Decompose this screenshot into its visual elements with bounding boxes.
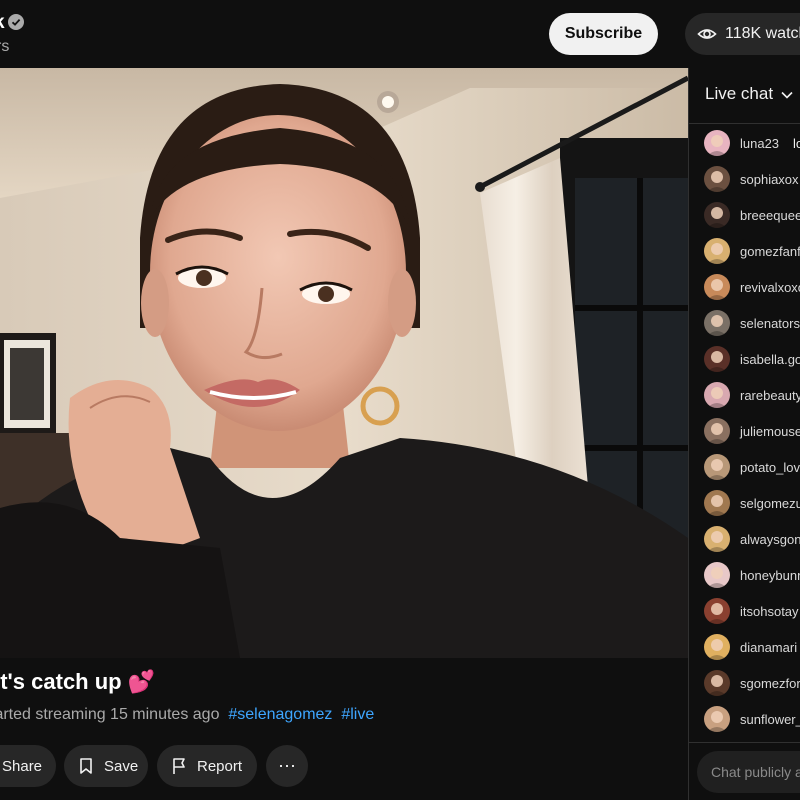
chat-username[interactable]: selgomezu — [740, 496, 800, 511]
user-avatar[interactable] — [704, 454, 730, 480]
report-button[interactable]: Report — [157, 745, 257, 787]
flag-icon — [173, 758, 185, 774]
stream-meta: tarted streaming 15 minutes ago #selenag… — [0, 706, 374, 724]
more-actions-button[interactable]: ⋯ — [266, 745, 308, 787]
chat-username[interactable]: luna23 — [740, 136, 779, 151]
chevron-down-icon[interactable] — [781, 89, 793, 101]
watching-count: 118K watch — [725, 25, 800, 42]
chat-input-bar — [689, 742, 800, 800]
live-chat-header[interactable]: Live chat — [689, 68, 800, 124]
save-label: Save — [104, 757, 139, 775]
chat-message: luna23 lo — [689, 126, 800, 162]
chat-username[interactable]: sophiaxox — [740, 172, 799, 187]
user-avatar[interactable] — [704, 706, 730, 732]
chat-message: alwaysgon — [689, 522, 800, 558]
chat-username[interactable]: breeequee — [740, 208, 800, 223]
chat-message: honeybunn — [689, 558, 800, 594]
user-avatar[interactable] — [704, 130, 730, 156]
verified-badge-icon — [8, 14, 24, 30]
chat-username[interactable]: potato_lov — [740, 460, 800, 475]
chat-username[interactable]: alwaysgon — [740, 532, 800, 547]
stream-started-text: tarted streaming 15 minutes ago — [0, 706, 220, 723]
chat-input[interactable] — [697, 751, 800, 793]
eye-icon — [697, 29, 717, 39]
user-avatar[interactable] — [704, 490, 730, 516]
hashtag-link[interactable]: #live — [341, 706, 374, 723]
chat-message: dianamari — [689, 630, 800, 666]
user-avatar[interactable] — [704, 598, 730, 624]
channel-name[interactable]: k — [0, 12, 5, 34]
chat-message: gomezfanf — [689, 234, 800, 270]
chat-message: itsohsotay — [689, 594, 800, 630]
chat-message: sophiaxox — [689, 162, 800, 198]
user-avatar[interactable] — [704, 346, 730, 372]
save-button[interactable]: Save — [64, 745, 148, 787]
video-title: et's catch up 💕 — [0, 669, 156, 694]
user-avatar[interactable] — [704, 310, 730, 336]
chat-message-text: lo — [793, 136, 800, 151]
report-label: Report — [197, 757, 243, 775]
more-icon: ⋯ — [278, 755, 296, 776]
chat-message: juliemouse — [689, 414, 800, 450]
video-player[interactable] — [0, 68, 688, 658]
user-avatar[interactable] — [704, 238, 730, 264]
user-avatar[interactable] — [704, 670, 730, 696]
chat-message: revivalxoxo — [689, 270, 800, 306]
video-frame-image — [0, 68, 688, 658]
chat-username[interactable]: gomezfanf — [740, 244, 800, 259]
chat-message: sgomezfor — [689, 666, 800, 702]
chat-username[interactable]: sunflower_ — [740, 712, 800, 727]
live-chat-panel: Live chat luna23 lo sophiaxox breeequee gome… — [688, 68, 800, 800]
watching-count-badge: 118K watch — [685, 13, 800, 55]
chat-username[interactable]: revivalxoxo — [740, 280, 800, 295]
user-avatar[interactable] — [704, 526, 730, 552]
chat-username[interactable]: dianamari — [740, 640, 797, 655]
chat-username[interactable]: rarebeauty — [740, 388, 800, 403]
user-avatar[interactable] — [704, 418, 730, 444]
channel-header: k rs Subscribe 118K watch — [0, 0, 800, 68]
chat-message: sunflower_ — [689, 702, 800, 738]
user-avatar[interactable] — [704, 274, 730, 300]
chat-username[interactable]: itsohsotay — [740, 604, 799, 619]
chat-message: isabella.go — [689, 342, 800, 378]
user-avatar[interactable] — [704, 382, 730, 408]
user-avatar[interactable] — [704, 634, 730, 660]
user-avatar[interactable] — [704, 202, 730, 228]
chat-username[interactable]: selenators — [740, 316, 800, 331]
subscribe-button[interactable]: Subscribe — [549, 13, 658, 55]
chat-username[interactable]: isabella.go — [740, 352, 800, 367]
subscriber-count: rs — [0, 38, 10, 55]
chat-username[interactable]: juliemouse — [740, 424, 800, 439]
chat-message: rarebeauty — [689, 378, 800, 414]
chat-username[interactable]: sgomezfor — [740, 676, 800, 691]
share-label: Share — [2, 757, 43, 775]
chat-message: selenators — [689, 306, 800, 342]
user-avatar[interactable] — [704, 166, 730, 192]
share-button[interactable]: Share — [0, 745, 56, 787]
live-chat-title: Live chat — [705, 84, 774, 103]
user-avatar[interactable] — [704, 562, 730, 588]
chat-message: breeequee — [689, 198, 800, 234]
hashtag-link[interactable]: #selenagomez — [228, 706, 332, 723]
chat-username[interactable]: honeybunn — [740, 568, 800, 583]
chat-message: selgomezu — [689, 486, 800, 522]
chat-message: potato_lov — [689, 450, 800, 486]
bookmark-icon — [80, 758, 92, 774]
